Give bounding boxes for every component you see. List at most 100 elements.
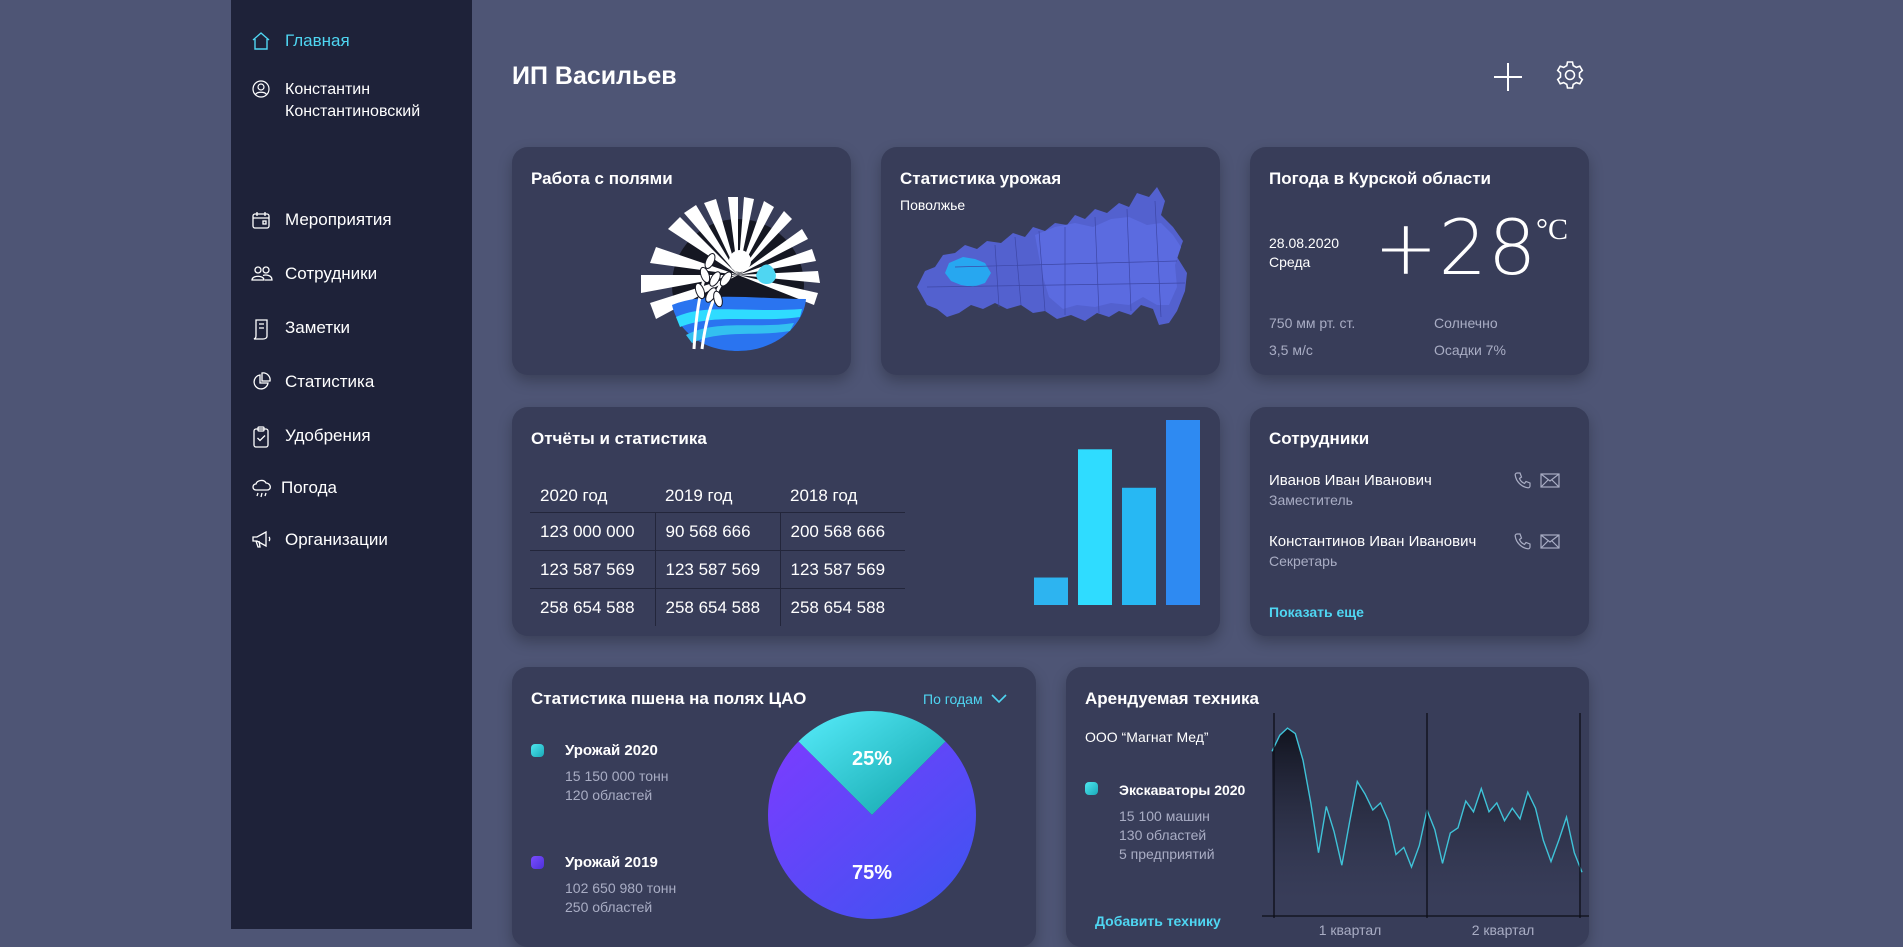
legend-line: 250 областей [565, 899, 653, 915]
sidebar-item-employees[interactable]: Сотрудники [251, 264, 377, 286]
harvest-card[interactable]: Статистика урожая Поволжье [881, 147, 1220, 375]
weather-card[interactable]: Погода в Курской области 28.08.2020 Сред… [1250, 147, 1589, 375]
sidebar-item-label: Статистика [285, 372, 375, 391]
phone-icon[interactable] [1514, 532, 1532, 550]
employee-name: Иванов Иван Иванович [1269, 472, 1432, 489]
megaphone-icon [251, 530, 273, 552]
sidebar-item-events[interactable]: Мероприятия [251, 210, 392, 232]
employee-role: Секретарь [1269, 553, 1338, 569]
sidebar: Главная Константин Константиновский Меро… [231, 0, 472, 929]
legend-line: 130 областей [1119, 827, 1207, 843]
bar [1122, 487, 1156, 605]
equipment-area-chart: 1 квартал 2 квартал [1262, 713, 1589, 938]
sidebar-item-fertilizers[interactable]: Удобрения [251, 426, 371, 448]
pie-label: 25% [852, 748, 892, 770]
wheat-pie-chart: 25% 75% [768, 711, 976, 919]
equipment-card[interactable]: Арендуемая техника ООО “Магнат Мед” Экск… [1066, 667, 1589, 947]
sidebar-item-label: Мероприятия [285, 210, 392, 229]
legend-item: Урожай 2019 102 650 980 тонн 250 областе… [565, 854, 676, 917]
clipboard-check-icon [251, 426, 273, 448]
main-content: ИП Васильев Работа с полями Статистика у… [472, 0, 1903, 947]
table-cell: 123 587 569 [654, 550, 780, 589]
reports-title: Отчёты и статистика [531, 429, 707, 448]
employees-title: Сотрудники [1269, 429, 1370, 448]
x-tick-label: 1 квартал [1319, 922, 1382, 938]
sidebar-item-home[interactable]: Главная [251, 31, 350, 53]
sidebar-item-notes[interactable]: Заметки [251, 318, 350, 340]
sidebar-item-label: Сотрудники [285, 264, 378, 283]
weather-precipitation: Осадки 7% [1434, 342, 1506, 358]
fields-logo [641, 197, 820, 351]
legend-item: Урожай 2020 15 150 000 тонн 120 областей [565, 742, 668, 805]
weather-date: 28.08.2020 [1269, 235, 1340, 251]
show-more-link[interactable]: Показать еще [1269, 604, 1364, 620]
cloud-rain-icon [251, 478, 273, 500]
table-row: 123 000 000 90 568 666 200 568 666 [530, 512, 905, 551]
reports-bar-chart [1034, 420, 1200, 605]
table-header-row: 2020 год 2019 год 2018 год [530, 477, 905, 513]
table-header: 2020 год [540, 486, 608, 505]
legend-swatch [531, 856, 544, 869]
bar [1034, 577, 1068, 605]
employee-name: Константинов Иван Иванович [1269, 533, 1477, 550]
weather-unit: °C [1536, 213, 1569, 246]
users-icon [251, 264, 273, 286]
fields-card[interactable]: Работа с полями [512, 147, 851, 375]
table-cell: 123 000 000 [530, 512, 655, 551]
table-cell: 200 568 666 [779, 512, 905, 551]
user-icon [251, 79, 273, 101]
table-cell: 258 654 588 [530, 588, 655, 626]
user-first-name: Константин [285, 81, 371, 98]
weather-pressure: 750 мм рт. ст. [1269, 315, 1356, 331]
sidebar-user[interactable]: Константин Константиновский [251, 79, 420, 123]
equipment-company: ООО “Магнат Мед” [1085, 729, 1209, 745]
bar [1078, 449, 1112, 605]
sidebar-item-label: Главная [285, 31, 350, 50]
pie-label: 75% [852, 862, 892, 884]
mail-icon[interactable] [1540, 534, 1560, 549]
legend-line: 5 предприятий [1119, 846, 1215, 862]
calendar-icon [251, 210, 273, 232]
legend-swatch [1085, 782, 1098, 795]
employees-card[interactable]: Сотрудники Иванов Иван Иванович Заместит… [1250, 407, 1589, 636]
sidebar-item-label: Организации [285, 530, 388, 549]
reports-table: 2020 год 2019 год 2018 год 123 000 000 9… [530, 477, 905, 626]
weather-temperature: +28 [1374, 203, 1538, 292]
sidebar-item-organizations[interactable]: Организации [251, 530, 388, 552]
weather-condition: Солнечно [1434, 315, 1498, 331]
russia-map [917, 187, 1187, 325]
page-title: ИП Васильев [512, 62, 677, 90]
settings-button[interactable] [1554, 59, 1588, 93]
weather-title: Погода в Курской области [1269, 169, 1491, 188]
table-header: 2018 год [790, 486, 858, 505]
sidebar-item-label: Погода [281, 478, 337, 497]
sidebar-item-weather[interactable]: Погода [251, 478, 337, 500]
employee-role: Заместитель [1269, 492, 1353, 508]
legend-title: Урожай 2020 [565, 742, 658, 759]
table-cell: 123 587 569 [779, 550, 905, 589]
harvest-title: Статистика урожая [900, 169, 1062, 188]
legend-line: 15 100 машин [1119, 808, 1210, 824]
table-cell: 90 568 666 [654, 512, 780, 551]
table-cell: 123 587 569 [530, 550, 655, 589]
phone-icon[interactable] [1514, 471, 1532, 489]
plus-icon [1494, 63, 1522, 91]
legend-item: Экскаваторы 2020 15 100 машин 130 област… [1119, 782, 1245, 864]
equipment-title: Арендуемая техника [1085, 689, 1259, 708]
legend-title: Экскаваторы 2020 [1119, 782, 1246, 798]
pie-chart-icon [251, 372, 273, 394]
sidebar-item-statistics[interactable]: Статистика [251, 372, 374, 394]
mail-icon[interactable] [1540, 473, 1560, 488]
table-header: 2019 год [665, 486, 733, 505]
sidebar-item-label: Удобрения [285, 426, 371, 445]
reports-card[interactable]: Отчёты и статистика 2020 год 2019 год 20… [512, 407, 1220, 636]
add-equipment-link[interactable]: Добавить технику [1095, 913, 1221, 929]
wheat-card[interactable]: Статистика пшена на полях ЦАО По годам У… [512, 667, 1036, 947]
employee-item[interactable]: Иванов Иван Иванович Заместитель [1269, 472, 1432, 508]
legend-line: 120 областей [565, 787, 653, 803]
employee-item[interactable]: Константинов Иван Иванович Секретарь [1269, 533, 1476, 569]
add-button[interactable] [1491, 60, 1525, 94]
home-icon [251, 31, 273, 53]
notes-icon [251, 318, 273, 340]
legend-line: 15 150 000 тонн [565, 768, 669, 784]
